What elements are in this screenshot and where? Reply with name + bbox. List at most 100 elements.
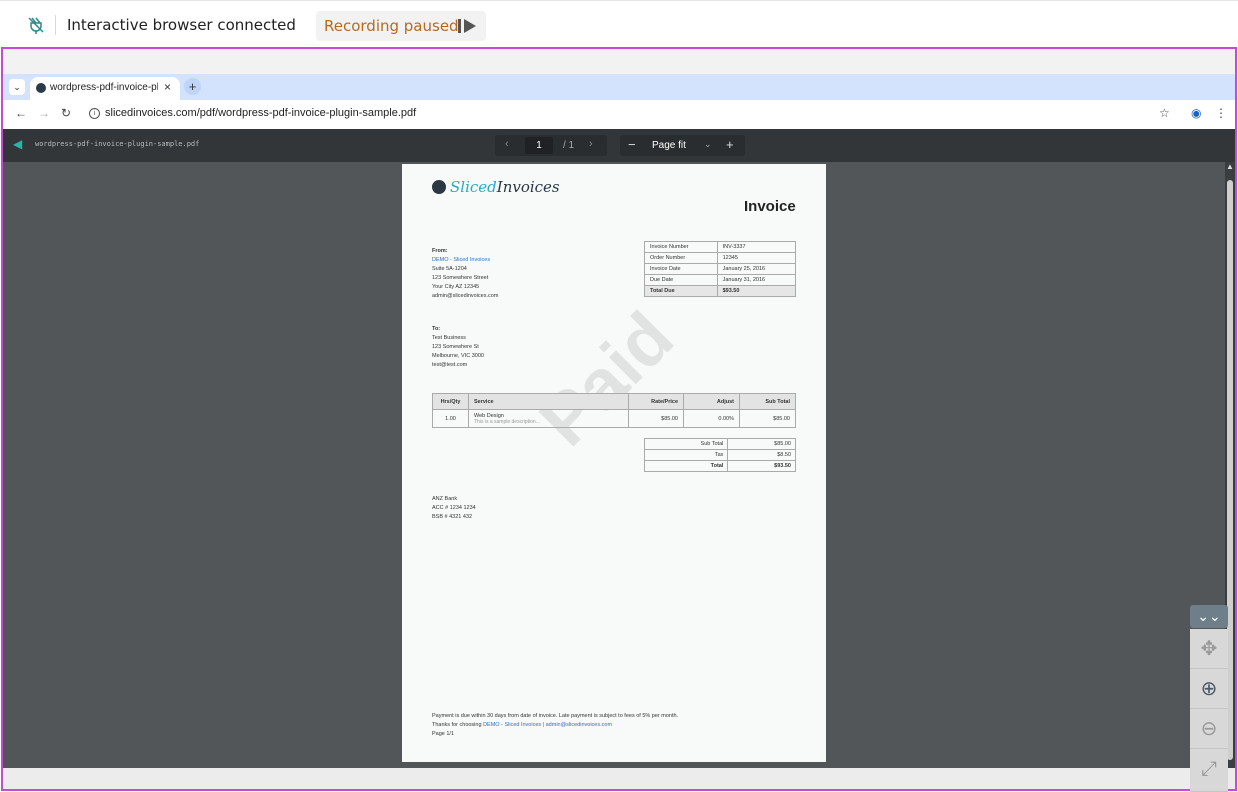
column-header: Service <box>468 393 629 410</box>
from-email: admin@slicedinvoices.com <box>432 293 499 299</box>
item-service-cell: Web Design This is a sample description.… <box>468 409 629 428</box>
to-address-line: Melbourne, VIC 3000 <box>432 353 484 359</box>
table-row: Total Due $93.50 <box>644 285 797 297</box>
from-label: From: <box>432 248 448 254</box>
floating-tools: ⌄⌄ ✥ ⊕ ⊖ ⤢ <box>1190 605 1230 792</box>
column-header: Rate/Price <box>628 393 684 410</box>
column-header: Adjust <box>683 393 740 410</box>
table-row: Due Date January 31, 2016 <box>644 274 797 286</box>
invoice-title: Invoice <box>744 198 796 215</box>
pdf-file-name: wordpress-pdf-invoice-plugin-sample.pdf <box>35 140 200 148</box>
bank-account: ACC # 1234 1234 <box>432 505 476 511</box>
zoom-controls: − Page fit ⌄ + <box>620 135 745 156</box>
pdf-page: SlicedInvoices Invoice From: DEMO - Slic… <box>402 164 826 762</box>
meta-label: Total Due <box>644 285 718 297</box>
tab-active[interactable]: wordpress-pdf-invoice-pl × <box>30 77 180 100</box>
meta-label: Order Number <box>644 252 718 264</box>
resume-recording-icon[interactable] <box>456 17 478 35</box>
table-row: Invoice Date January 25, 2016 <box>644 263 797 275</box>
zoom-in-icon[interactable]: ⊕ <box>1190 669 1228 709</box>
table-row: Tax $8.50 <box>643 449 796 461</box>
item-description: This is a sample description... <box>474 418 540 425</box>
meta-value: January 31, 2016 <box>716 274 797 286</box>
table-row: Order Number 12345 <box>644 252 797 264</box>
meta-value: $93.50 <box>716 285 797 297</box>
item-qty: 1.00 <box>432 409 469 428</box>
footer-thanks-line: Thanks for choosing DEMO - Sliced Invoic… <box>432 721 678 730</box>
meta-value: 12345 <box>716 252 797 264</box>
new-tab-button[interactable]: + <box>184 78 201 95</box>
chevron-down-icon[interactable]: ⌄ <box>704 139 712 150</box>
table-header-row: Hrs/Qty Service Rate/Price Adjust Sub To… <box>432 393 796 410</box>
zoom-out-icon[interactable]: ⊖ <box>1190 709 1228 749</box>
footer-link[interactable]: DEMO - Sliced Invoices | admin@slicedinv… <box>483 722 612 728</box>
total-value: $93.50 <box>727 460 796 472</box>
bookmark-star-icon[interactable]: ☆ <box>1159 106 1170 120</box>
to-email: test@test.com <box>432 362 468 368</box>
close-tab-icon[interactable]: × <box>164 80 171 94</box>
meta-value: January 25, 2016 <box>716 263 797 275</box>
column-header: Sub Total <box>739 393 796 410</box>
item-adjust: 0.00% <box>683 409 740 428</box>
tab-search-chevron-icon[interactable]: ⌄ <box>9 79 25 95</box>
collapse-chevrons-icon[interactable]: ⌄⌄ <box>1190 605 1228 628</box>
expand-icon[interactable]: ⤢ <box>1190 749 1228 792</box>
logo-text: SlicedInvoices <box>450 178 560 196</box>
zoom-select[interactable]: Page fit <box>652 140 686 151</box>
from-address-line: Suite 5A-1204 <box>432 266 467 272</box>
footer-page: Page 1/1 <box>432 731 455 737</box>
meta-value: INV-3337 <box>716 241 797 253</box>
forward-arrow-icon[interactable]: → <box>38 106 50 120</box>
table-row: Total $93.50 <box>643 460 796 472</box>
back-arrow-icon[interactable]: ← <box>15 106 27 120</box>
bank-bsb: BSB # 4321 432 <box>432 514 473 520</box>
meta-label: Due Date <box>644 274 718 286</box>
connection-status-text: Interactive browser connected <box>67 16 296 34</box>
move-arrows-icon[interactable]: ✥ <box>1190 629 1228 669</box>
total-label: Sub Total <box>643 438 729 450</box>
pdf-back-icon[interactable]: ◀ <box>13 137 22 151</box>
item-rate: $85.00 <box>628 409 684 428</box>
zoom-in-button[interactable]: + <box>726 137 734 152</box>
meta-label: Invoice Number <box>644 241 718 253</box>
table-row: 1.00 Web Design This is a sample descrip… <box>432 409 796 428</box>
bank-name: ANZ Bank <box>432 496 458 502</box>
from-company-link[interactable]: DEMO - Sliced Invoices <box>432 256 498 265</box>
site-info-icon[interactable]: i <box>89 108 100 119</box>
page-number-input[interactable]: 1 <box>525 137 553 154</box>
zoom-out-button[interactable]: − <box>628 137 636 152</box>
page-navigator: ‹ 1 / 1 › <box>495 135 607 156</box>
to-name: Test Business <box>432 335 466 341</box>
recording-status-text: Recording paused <box>324 17 459 35</box>
status-bar: Interactive browser connected Recording … <box>0 0 1238 48</box>
reload-icon[interactable]: ↻ <box>61 106 71 120</box>
footer-terms: Payment is due within 30 days from date … <box>432 713 679 719</box>
from-block: From: DEMO - Sliced Invoices Suite 5A-12… <box>432 247 498 301</box>
from-address-line: Your City AZ 12345 <box>432 284 480 290</box>
logo-text-part1: Sliced <box>450 178 497 196</box>
from-address-line: 123 Somewhere Street <box>432 275 489 281</box>
column-header: Hrs/Qty <box>432 393 469 410</box>
recording-status-pill[interactable]: Recording paused <box>316 11 486 41</box>
invoice-footer: Payment is due within 30 days from date … <box>432 712 678 739</box>
address-bar[interactable]: slicedinvoices.com/pdf/wordpress-pdf-inv… <box>105 107 416 119</box>
footer-thanks: Thanks for choosing <box>432 722 482 728</box>
tab-strip: ⌄ wordpress-pdf-invoice-pl × + <box>3 74 1235 100</box>
to-label: To: <box>432 326 441 332</box>
profile-icon[interactable]: ◉ <box>1191 106 1201 120</box>
logo-text-part2: Invoices <box>496 178 560 196</box>
menu-kebab-icon[interactable]: ⋮ <box>1215 106 1227 120</box>
next-page-icon[interactable]: › <box>589 138 593 150</box>
prev-page-icon[interactable]: ‹ <box>505 138 509 150</box>
page-total: / 1 <box>563 140 575 151</box>
to-block: To: Test Business 123 Somewhere St Melbo… <box>432 325 484 370</box>
invoice-meta-table: Invoice Number INV-3337 Order Number 12345… <box>644 241 797 297</box>
item-subtotal: $85.00 <box>739 409 796 428</box>
to-address-line: 123 Somewhere St <box>432 344 479 350</box>
pdf-toolbar: ◀ wordpress-pdf-invoice-plugin-sample.pd… <box>3 129 1235 162</box>
scroll-up-icon[interactable]: ▲ <box>1226 162 1234 171</box>
browser-toolbar: ← → ↻ i slicedinvoices.com/pdf/wordpress… <box>3 100 1235 129</box>
total-value: $8.50 <box>727 449 796 461</box>
sliced-invoices-logo-icon <box>432 180 446 194</box>
total-label: Total <box>643 460 729 472</box>
